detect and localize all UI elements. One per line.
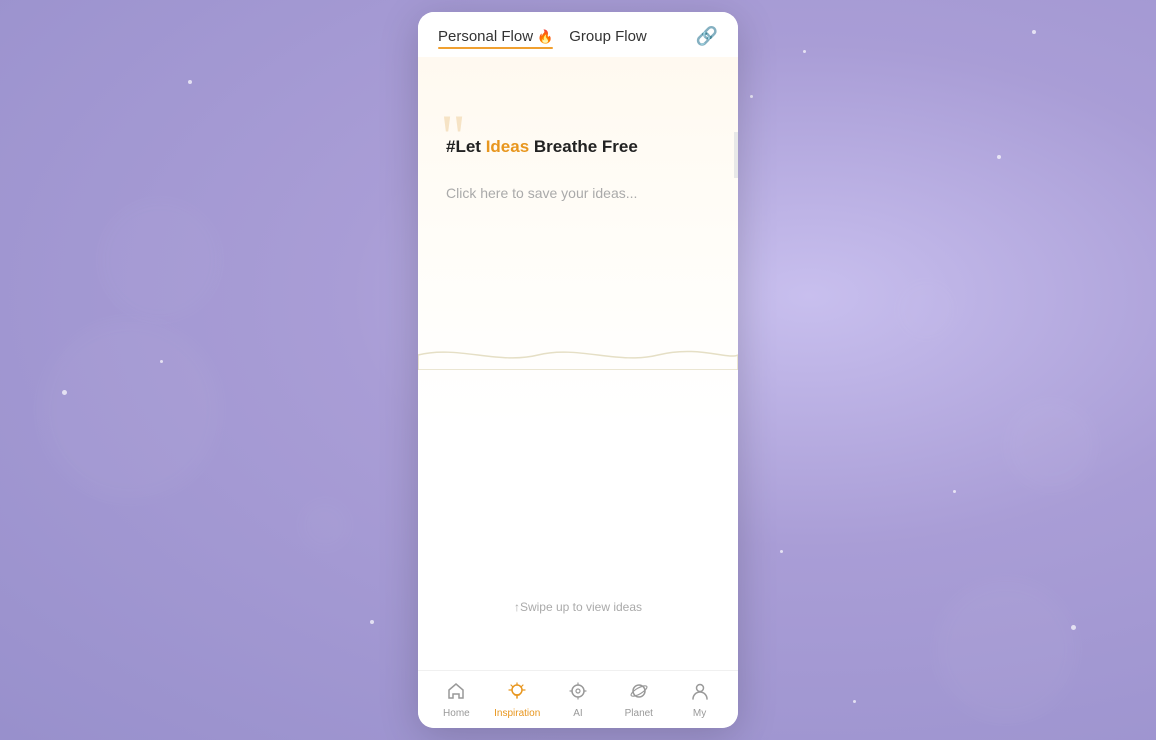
home-icon <box>446 681 466 705</box>
bokeh-3 <box>1006 400 1096 490</box>
bottom-nav: Home Inspiration AI <box>418 670 738 728</box>
tagline-suffix: Breathe Free <box>529 137 638 156</box>
tagline-prefix: #Let <box>446 137 486 156</box>
bokeh-1 <box>40 320 220 500</box>
star-9 <box>997 155 1001 159</box>
bokeh-2 <box>100 200 220 320</box>
tab-group-label: Group Flow <box>569 28 647 45</box>
ai-icon <box>568 681 588 705</box>
tab-bar: Personal Flow 🔥 Group Flow 🔗 <box>418 12 738 57</box>
bokeh-6 <box>300 500 350 550</box>
nav-my-label: My <box>693 708 706 719</box>
star-6 <box>160 360 163 363</box>
expand-arrow-button[interactable]: ▶ <box>734 132 738 178</box>
nav-home[interactable]: Home <box>426 681 487 719</box>
planet-icon <box>629 681 649 705</box>
star-11 <box>62 390 67 395</box>
star-7 <box>370 620 374 624</box>
tab-personal-label: Personal Flow <box>438 28 533 45</box>
nav-planet[interactable]: Planet <box>608 681 669 719</box>
bokeh-5 <box>936 580 1076 720</box>
swipe-hint: ↑Swipe up to view ideas <box>418 600 738 614</box>
link-icon[interactable]: 🔗 <box>696 26 718 47</box>
star-3 <box>1032 30 1036 34</box>
nav-inspiration[interactable]: Inspiration <box>487 681 548 719</box>
fire-icon: 🔥 <box>537 29 553 45</box>
tagline-highlight: Ideas <box>486 137 529 156</box>
nav-ai-label: AI <box>573 708 582 719</box>
star-4 <box>953 490 956 493</box>
tagline: #Let Ideas Breathe Free <box>446 137 710 157</box>
star-10 <box>780 550 783 553</box>
nav-ai[interactable]: AI <box>548 681 609 719</box>
star-8 <box>803 50 806 53</box>
nav-planet-label: Planet <box>625 708 653 719</box>
inspiration-icon <box>507 681 527 705</box>
placeholder-text[interactable]: Click here to save your ideas... <box>446 185 637 201</box>
bokeh-4 <box>896 280 956 340</box>
nav-home-label: Home <box>443 708 470 719</box>
modal: × ▶ Personal Flow 🔥 Group Flow 🔗 " #Let … <box>418 12 738 728</box>
star-2 <box>750 95 753 98</box>
tab-personal-flow[interactable]: Personal Flow 🔥 <box>438 28 553 45</box>
my-icon <box>690 681 710 705</box>
star-5 <box>1071 625 1076 630</box>
nav-inspiration-label: Inspiration <box>494 708 540 719</box>
content-area[interactable]: " #Let Ideas Breathe Free Click here to … <box>418 57 738 670</box>
star-12 <box>853 700 856 703</box>
wave-divider <box>418 340 738 370</box>
tab-group-flow[interactable]: Group Flow <box>569 28 647 45</box>
star-1 <box>188 80 192 84</box>
nav-my[interactable]: My <box>669 681 730 719</box>
